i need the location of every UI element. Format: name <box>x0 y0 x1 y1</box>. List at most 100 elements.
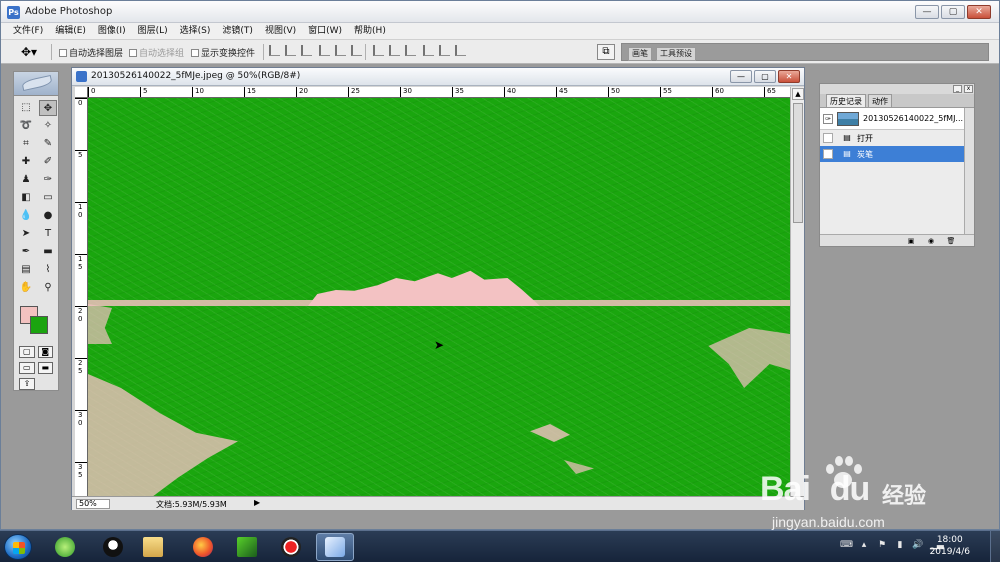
menu-filter[interactable]: 滤镜(T) <box>220 23 255 39</box>
taskbar-firefox[interactable] <box>184 533 222 561</box>
clock[interactable]: 18:00 2019/4/6 <box>930 534 970 558</box>
taskbar-360-browser[interactable] <box>46 533 84 561</box>
auto-select-group-checkbox[interactable]: 自动选择组 <box>129 46 184 59</box>
magic-wand-tool-icon[interactable]: ✧ <box>39 118 57 134</box>
new-document-from-state-icon[interactable]: ▣ <box>906 237 916 245</box>
history-brush-source-icon[interactable]: ✑ <box>823 113 833 124</box>
slice-tool-icon[interactable]: ✎ <box>39 136 57 152</box>
history-step[interactable]: ▤ 打开 <box>820 130 974 146</box>
taskbar-qq[interactable] <box>94 533 132 561</box>
menu-select[interactable]: 选择(S) <box>178 23 213 39</box>
gradient-tool-icon[interactable]: ▭ <box>39 190 57 206</box>
ruler-origin[interactable] <box>75 87 88 98</box>
delete-state-icon[interactable]: 🗑 <box>946 237 956 245</box>
panel-minimize-icon[interactable]: _ <box>953 85 962 93</box>
align-vcenter-icon[interactable] <box>285 45 296 56</box>
horizontal-ruler[interactable]: 0 5 10 15 20 25 30 35 40 45 50 55 60 65 <box>88 87 790 98</box>
path-select-tool-icon[interactable]: ➤ <box>17 226 35 242</box>
show-desktop-button[interactable] <box>990 531 1000 562</box>
lasso-tool-icon[interactable]: ➰ <box>17 118 35 134</box>
clone-stamp-tool-icon[interactable]: ♟ <box>17 172 35 188</box>
hand-tool-icon[interactable]: ✋ <box>17 280 35 296</box>
history-snapshot[interactable]: ✑ 20130526140022_5fMJ... <box>820 108 974 130</box>
pen-tool-icon[interactable]: ✒ <box>17 244 35 260</box>
screen-mode-standard-icon[interactable]: ▭ <box>19 362 35 374</box>
screen-mode-full-icon[interactable]: ▬ <box>37 362 53 374</box>
show-transform-checkbox[interactable]: 显示变换控件 <box>191 46 255 59</box>
menu-window[interactable]: 窗口(W) <box>306 23 344 39</box>
status-menu-arrow-icon[interactable]: ▶ <box>254 498 260 507</box>
taskbar-photoshop[interactable] <box>316 533 354 561</box>
background-color-swatch[interactable] <box>30 316 48 334</box>
distribute-hcenter-icon[interactable] <box>439 45 450 56</box>
healing-brush-tool-icon[interactable]: ✚ <box>17 154 35 170</box>
menu-edit[interactable]: 编辑(E) <box>53 23 88 39</box>
align-top-icon[interactable] <box>269 45 280 56</box>
shape-tool-icon[interactable]: ▬ <box>39 244 57 260</box>
move-tool-icon[interactable]: ✥▾ <box>21 45 37 59</box>
minimize-button[interactable]: — <box>915 5 939 19</box>
align-bottom-icon[interactable] <box>301 45 312 56</box>
history-scrollbar[interactable] <box>964 108 974 234</box>
start-button[interactable] <box>4 534 32 560</box>
tab-tool-presets[interactable]: 工具预设 <box>656 47 696 61</box>
distribute-right-icon[interactable] <box>455 45 466 56</box>
distribute-top-icon[interactable] <box>373 45 384 56</box>
panel-close-icon[interactable]: x <box>964 85 973 93</box>
eraser-tool-icon[interactable]: ◧ <box>17 190 35 206</box>
standard-mode-icon[interactable]: ▢ <box>19 346 35 358</box>
close-button[interactable]: ✕ <box>967 5 991 19</box>
align-hcenter-icon[interactable] <box>335 45 346 56</box>
auto-select-layer-checkbox[interactable]: 自动选择图层 <box>59 46 123 59</box>
menu-view[interactable]: 视图(V) <box>263 23 298 39</box>
crop-tool-icon[interactable]: ⌗ <box>17 136 35 152</box>
palette-browser-icon[interactable]: ⧉ <box>597 44 615 60</box>
marquee-tool-icon[interactable]: ⬚ <box>17 100 35 116</box>
doc-close-button[interactable]: ✕ <box>778 70 800 83</box>
jump-to-imageready-icon[interactable]: ⇪ <box>19 378 35 390</box>
new-snapshot-icon[interactable]: ◉ <box>926 237 936 245</box>
distribute-vcenter-icon[interactable] <box>389 45 400 56</box>
taskbar-recorder[interactable] <box>272 533 310 561</box>
quick-mask-mode-icon[interactable]: ◙ <box>37 346 53 358</box>
distribute-left-icon[interactable] <box>423 45 434 56</box>
history-step-selected[interactable]: ▤ 炭笔 <box>820 146 974 162</box>
blur-tool-icon[interactable]: 💧 <box>17 208 35 224</box>
zoom-level-field[interactable]: 50% <box>76 499 110 509</box>
image-canvas[interactable]: ➤ <box>88 98 790 496</box>
menu-file[interactable]: 文件(F) <box>11 23 45 39</box>
vertical-ruler[interactable]: 0 5 1 0 1 5 2 0 2 5 3 0 3 5 <box>75 98 88 496</box>
usb-icon[interactable]: ▮ <box>894 539 906 551</box>
align-left-icon[interactable] <box>319 45 330 56</box>
taskbar-file-explorer[interactable] <box>134 533 172 561</box>
tab-history[interactable]: 历史记录 <box>826 94 866 107</box>
distribute-bottom-icon[interactable] <box>405 45 416 56</box>
vertical-scrollbar[interactable]: ▲ <box>790 87 804 496</box>
tab-actions[interactable]: 动作 <box>868 94 892 107</box>
taskbar-video-player[interactable] <box>228 533 266 561</box>
doc-maximize-button[interactable]: ▢ <box>754 70 776 83</box>
eyedropper-tool-icon[interactable]: ⌇ <box>39 262 57 278</box>
menu-help[interactable]: 帮助(H) <box>352 23 388 39</box>
history-source-checkbox[interactable] <box>823 149 833 159</box>
history-source-checkbox[interactable] <box>823 133 833 143</box>
keyboard-icon[interactable]: ⌨ <box>840 539 853 551</box>
align-right-icon[interactable] <box>351 45 362 56</box>
scroll-up-icon[interactable]: ▲ <box>792 88 804 100</box>
menu-layer[interactable]: 图层(L) <box>136 23 170 39</box>
doc-minimize-button[interactable]: — <box>730 70 752 83</box>
tab-brushes[interactable]: 画笔 <box>628 47 652 61</box>
brush-tool-icon[interactable]: ✐ <box>39 154 57 170</box>
history-brush-tool-icon[interactable]: ✑ <box>39 172 57 188</box>
move-tool-icon[interactable]: ✥ <box>39 100 57 116</box>
tray-expand-icon[interactable]: ▴ <box>858 539 870 551</box>
notes-tool-icon[interactable]: ▤ <box>17 262 35 278</box>
flag-icon[interactable]: ⚑ <box>876 539 888 551</box>
menu-image[interactable]: 图像(I) <box>96 23 128 39</box>
zoom-tool-icon[interactable]: ⚲ <box>39 280 57 296</box>
volume-icon[interactable]: 🔊 <box>912 539 924 551</box>
dodge-tool-icon[interactable]: ● <box>39 208 57 224</box>
maximize-button[interactable]: ▢ <box>941 5 965 19</box>
scroll-thumb[interactable] <box>793 103 803 223</box>
type-tool-icon[interactable]: T <box>39 226 57 242</box>
